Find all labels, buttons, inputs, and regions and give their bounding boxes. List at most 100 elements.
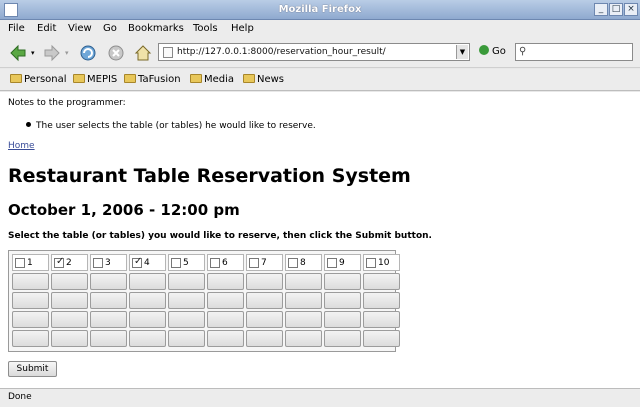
table-label: 7	[261, 258, 267, 268]
slot-button[interactable]	[246, 330, 283, 347]
close-icon[interactable]: ×	[624, 3, 638, 16]
menu-view[interactable]: View	[68, 23, 92, 34]
slot-button[interactable]	[168, 330, 205, 347]
slot-button[interactable]	[246, 311, 283, 328]
forward-arrow-icon[interactable]	[42, 43, 62, 63]
table-checkbox-cell[interactable]: 4	[129, 254, 166, 271]
slot-button[interactable]	[129, 311, 166, 328]
instructions: Select the table (or tables) you would l…	[8, 231, 432, 241]
slot-button[interactable]	[285, 311, 322, 328]
bookmark-personal[interactable]: Personal	[10, 74, 67, 85]
reload-icon[interactable]	[78, 43, 98, 63]
table-checkbox-cell[interactable]: 2	[51, 254, 88, 271]
table-checkbox[interactable]	[249, 258, 259, 268]
slot-button[interactable]	[363, 330, 400, 347]
slot-button[interactable]	[324, 273, 361, 290]
table-checkbox-cell[interactable]: 8	[285, 254, 322, 271]
window-titlebar: Mozilla Firefox _ □ ×	[0, 0, 640, 20]
menu-help[interactable]: Help	[231, 23, 254, 34]
slot-button[interactable]	[285, 330, 322, 347]
slot-button[interactable]	[90, 311, 127, 328]
slot-button[interactable]	[51, 311, 88, 328]
table-checkbox[interactable]	[210, 258, 220, 268]
table-checkbox[interactable]	[93, 258, 103, 268]
table-checkbox-cell[interactable]: 5	[168, 254, 205, 271]
table-checkbox-cell[interactable]: 9	[324, 254, 361, 271]
slot-button[interactable]	[12, 292, 49, 309]
slot-button[interactable]	[324, 330, 361, 347]
slot-button[interactable]	[90, 292, 127, 309]
slot-button[interactable]	[129, 330, 166, 347]
menu-go[interactable]: Go	[103, 23, 117, 34]
table-label: 5	[183, 258, 189, 268]
go-icon	[479, 45, 489, 55]
slot-button[interactable]	[129, 273, 166, 290]
table-checkbox[interactable]	[171, 258, 181, 268]
bookmark-tafusion[interactable]: TaFusion	[124, 74, 181, 85]
slot-button[interactable]	[168, 273, 205, 290]
go-button[interactable]: Go	[479, 45, 506, 57]
slot-button[interactable]	[51, 330, 88, 347]
table-label: 8	[300, 258, 306, 268]
table-checkbox[interactable]	[15, 258, 25, 268]
menu-file[interactable]: File	[8, 23, 25, 34]
slot-button[interactable]	[285, 292, 322, 309]
slot-button[interactable]	[168, 311, 205, 328]
slot-button[interactable]	[207, 292, 244, 309]
home-link[interactable]: Home	[8, 141, 35, 151]
home-icon[interactable]	[133, 43, 153, 63]
slot-button[interactable]	[90, 330, 127, 347]
bookmark-mepis[interactable]: MEPIS	[73, 74, 117, 85]
url-text[interactable]: http://127.0.0.1:8000/reservation_hour_r…	[177, 47, 386, 57]
table-checkbox[interactable]	[327, 258, 337, 268]
table-checkbox-cell[interactable]: 1	[12, 254, 49, 271]
slot-button[interactable]	[207, 311, 244, 328]
menu-edit[interactable]: Edit	[37, 23, 56, 34]
url-dropdown-icon[interactable]: ▼	[456, 45, 468, 59]
back-dropdown-icon[interactable]: ▾	[31, 49, 35, 57]
minimize-icon[interactable]: _	[594, 3, 608, 16]
table-checkbox[interactable]	[288, 258, 298, 268]
slot-button[interactable]	[168, 292, 205, 309]
table-checkbox-cell[interactable]: 7	[246, 254, 283, 271]
url-bar[interactable]: http://127.0.0.1:8000/reservation_hour_r…	[158, 43, 470, 61]
slot-button[interactable]	[90, 273, 127, 290]
page-title: Restaurant Table Reservation System	[8, 165, 411, 187]
slot-button[interactable]	[246, 292, 283, 309]
forward-dropdown-icon[interactable]: ▾	[65, 49, 69, 57]
slot-button[interactable]	[363, 292, 400, 309]
slot-button[interactable]	[207, 330, 244, 347]
folder-icon	[190, 74, 202, 83]
menu-tools[interactable]: Tools	[193, 23, 218, 34]
back-arrow-icon[interactable]	[8, 43, 28, 63]
maximize-icon[interactable]: □	[609, 3, 623, 16]
bookmark-media[interactable]: Media	[190, 74, 234, 85]
window-title: Mozilla Firefox	[278, 4, 362, 15]
slot-button[interactable]	[363, 273, 400, 290]
bookmark-news[interactable]: News	[243, 74, 284, 85]
table-label: 10	[378, 258, 390, 268]
slot-button[interactable]	[12, 330, 49, 347]
slot-button[interactable]	[246, 273, 283, 290]
slot-button[interactable]	[51, 273, 88, 290]
table-checkbox-cell[interactable]: 3	[90, 254, 127, 271]
submit-button[interactable]: Submit	[8, 361, 57, 377]
slot-button[interactable]	[129, 292, 166, 309]
slot-button[interactable]	[285, 273, 322, 290]
menu-bookmarks[interactable]: Bookmarks	[128, 23, 184, 34]
table-checkbox[interactable]	[366, 258, 376, 268]
search-input[interactable]: ⚲	[515, 43, 633, 61]
slot-button[interactable]	[207, 273, 244, 290]
slot-button[interactable]	[324, 292, 361, 309]
slot-button[interactable]	[363, 311, 400, 328]
table-checkbox-cell[interactable]: 10	[363, 254, 400, 271]
slot-button[interactable]	[12, 273, 49, 290]
table-checkbox[interactable]	[132, 256, 142, 268]
table-checkbox-cell[interactable]: 6	[207, 254, 244, 271]
stop-icon[interactable]	[106, 43, 126, 63]
slot-button[interactable]	[324, 311, 361, 328]
table-label: 2	[66, 258, 72, 268]
slot-button[interactable]	[51, 292, 88, 309]
slot-button[interactable]	[12, 311, 49, 328]
table-checkbox[interactable]	[54, 256, 64, 268]
